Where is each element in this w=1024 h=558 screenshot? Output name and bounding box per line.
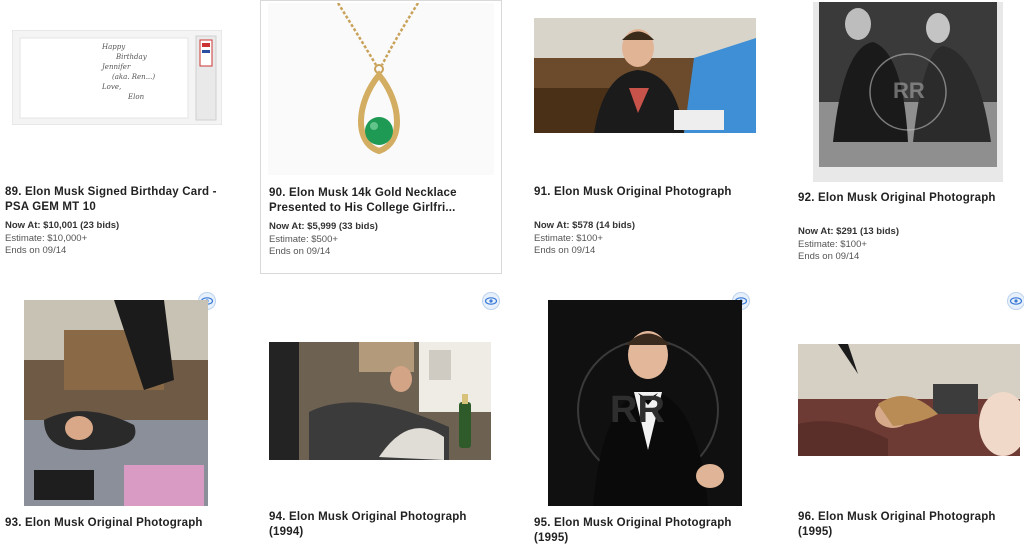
end-date: Ends on 09/14 bbox=[534, 245, 596, 256]
lot-photo[interactable] bbox=[268, 3, 494, 175]
lot-photo[interactable] bbox=[24, 300, 208, 506]
lot-photo[interactable] bbox=[269, 342, 491, 460]
lot-meta: Now At: $291 (13 bids) Estimate: $100+ E… bbox=[798, 226, 1024, 264]
end-date: Ends on 09/14 bbox=[5, 245, 67, 256]
watermark-initials: RR bbox=[610, 389, 665, 431]
current-bid: Now At: $291 (13 bids) bbox=[798, 226, 900, 237]
current-bid: Now At: $578 (14 bids) bbox=[534, 220, 636, 231]
lot-title[interactable]: 89. Elon Musk Signed Birthday Card - PSA… bbox=[5, 185, 237, 215]
eye-icon[interactable] bbox=[482, 292, 500, 310]
end-date: Ends on 09/14 bbox=[269, 246, 331, 257]
current-bid: Now At: $10,001 (23 bids) bbox=[5, 220, 120, 231]
lot-photo[interactable] bbox=[534, 18, 756, 133]
lot-card-95[interactable]: RR 95. Elon Musk Original Photograph (19… bbox=[529, 290, 793, 558]
estimate: Estimate: $100+ bbox=[534, 232, 603, 244]
handwriting-line: Jennifer bbox=[102, 63, 131, 71]
end-date: Ends on 09/14 bbox=[798, 251, 860, 262]
lot-photo[interactable]: RR bbox=[813, 2, 1003, 182]
watermark-initials: RR bbox=[893, 78, 925, 103]
lot-card-94[interactable]: 94. Elon Musk Original Photograph (1994) bbox=[264, 290, 528, 558]
lot-card-91[interactable]: 91. Elon Musk Original Photograph Now At… bbox=[529, 0, 793, 268]
handwriting-line: Love, bbox=[102, 83, 122, 91]
lot-card-93[interactable]: 93. Elon Musk Original Photograph bbox=[0, 290, 264, 558]
eye-icon[interactable] bbox=[1007, 292, 1024, 310]
lot-meta: Now At: $10,001 (23 bids) Estimate: $10,… bbox=[5, 220, 237, 258]
handwriting-line: (aka. Ren...) bbox=[112, 73, 156, 81]
lot-meta: Now At: $5,999 (33 bids) Estimate: $500+… bbox=[269, 221, 501, 259]
estimate: Estimate: $500+ bbox=[269, 233, 338, 245]
lot-title[interactable]: 95. Elon Musk Original Photograph (1995) bbox=[534, 516, 766, 546]
lot-card-89[interactable]: Happy Birthday Jennifer (aka. Ren...) Lo… bbox=[0, 0, 264, 268]
lot-card-90[interactable]: 90. Elon Musk 14k Gold Necklace Presente… bbox=[260, 0, 502, 274]
estimate: Estimate: $10,000+ bbox=[5, 232, 88, 244]
lot-grid: Happy Birthday Jennifer (aka. Ren...) Lo… bbox=[0, 0, 1024, 544]
lot-photo[interactable]: Happy Birthday Jennifer (aka. Ren...) Lo… bbox=[12, 30, 222, 125]
handwriting-line: Birthday bbox=[116, 53, 147, 61]
estimate: Estimate: $100+ bbox=[798, 238, 867, 250]
lot-card-96[interactable]: 96. Elon Musk Original Photograph (1995) bbox=[793, 290, 1024, 558]
lot-title[interactable]: 90. Elon Musk 14k Gold Necklace Presente… bbox=[269, 186, 501, 216]
lot-title[interactable]: 92. Elon Musk Original Photograph bbox=[798, 191, 1024, 206]
lot-meta: Now At: $578 (14 bids) Estimate: $100+ E… bbox=[534, 220, 766, 258]
lot-photo[interactable]: RR bbox=[548, 300, 742, 506]
lot-photo[interactable] bbox=[798, 344, 1020, 456]
handwriting-line: Elon bbox=[128, 93, 145, 101]
lot-title[interactable]: 93. Elon Musk Original Photograph bbox=[5, 516, 237, 531]
lot-card-92[interactable]: RR 92. Elon Musk Original Photograph Now… bbox=[793, 0, 1024, 268]
card-handwriting: Happy Birthday Jennifer (aka. Ren...) Lo… bbox=[102, 42, 155, 102]
current-bid: Now At: $5,999 (33 bids) bbox=[269, 221, 378, 232]
lot-title[interactable]: 91. Elon Musk Original Photograph bbox=[534, 185, 766, 200]
handwriting-line: Happy bbox=[102, 43, 126, 51]
